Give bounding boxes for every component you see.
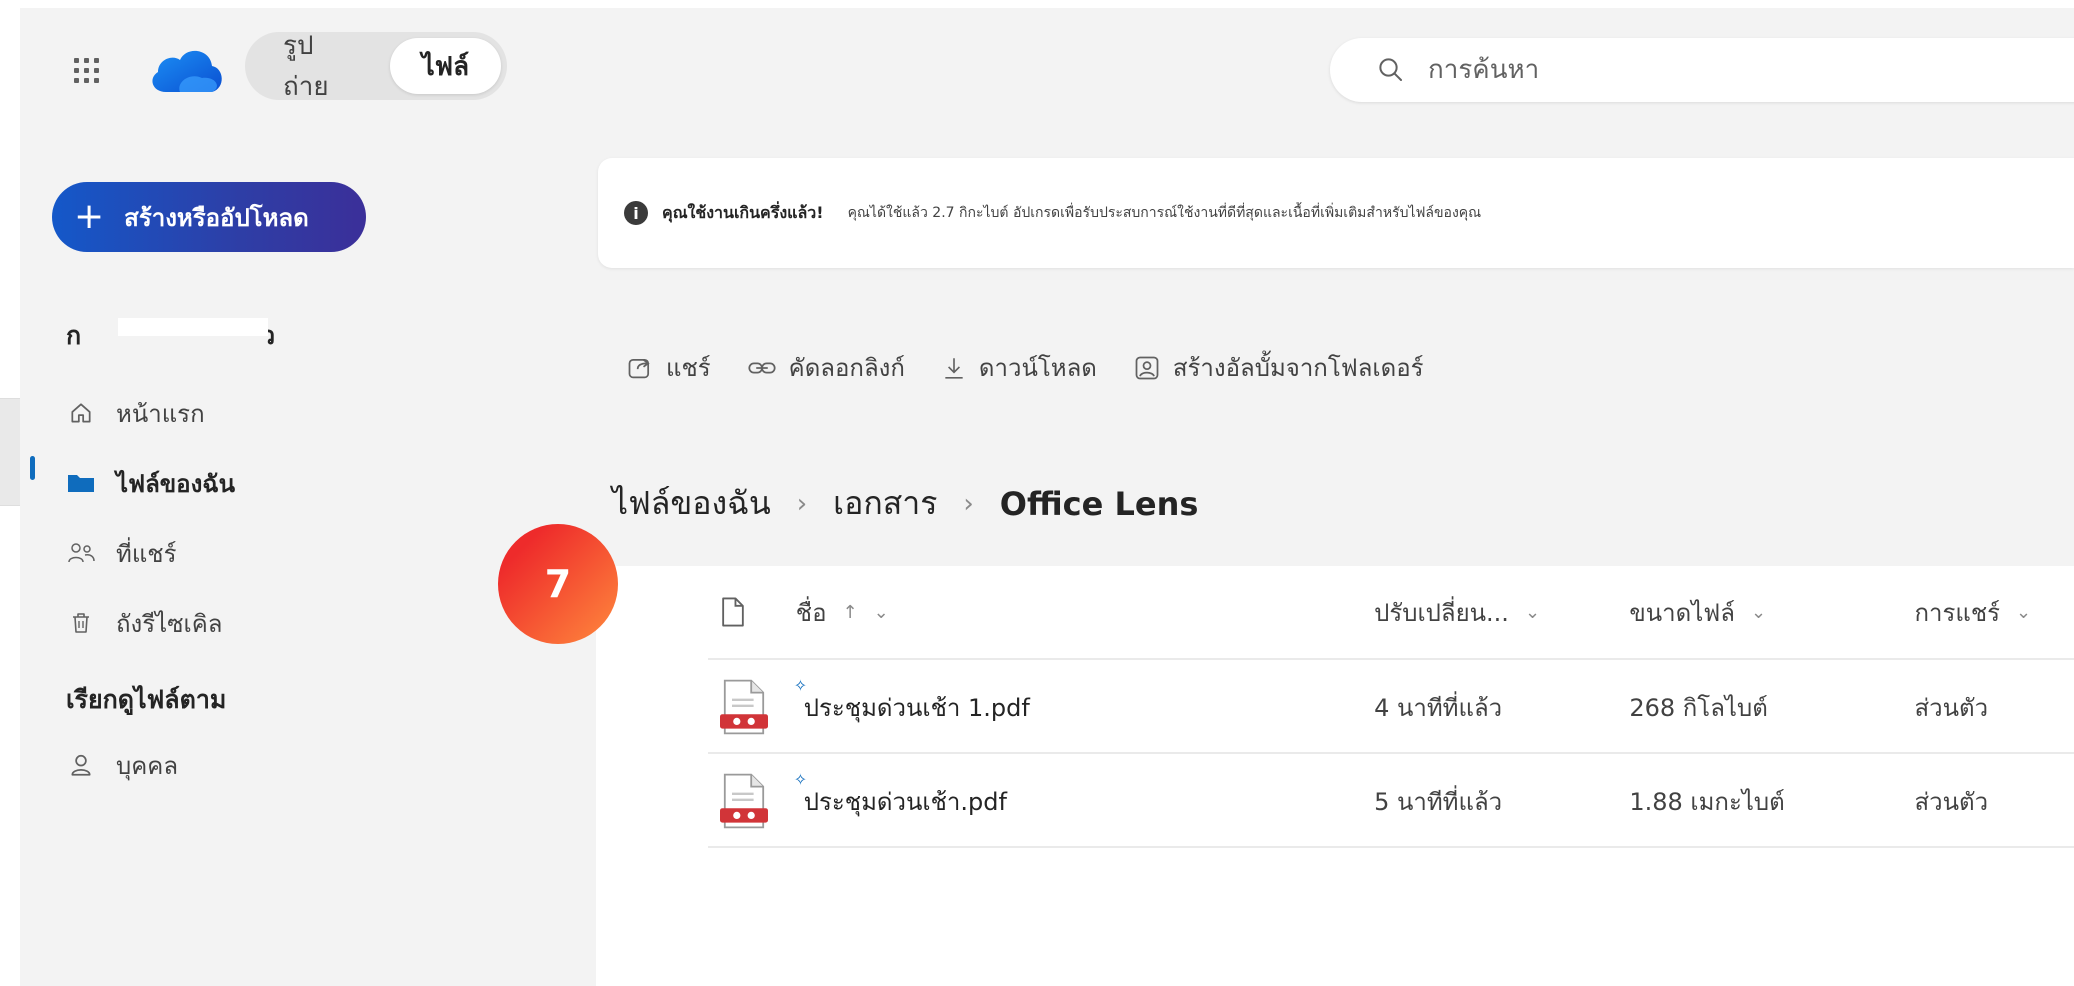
create-album-label: สร้างอัลบั้มจากโฟลเดอร์ [1172, 354, 1424, 382]
file-type-header[interactable] [708, 596, 796, 628]
column-size-label: ขนาดไฟล์ [1629, 598, 1735, 627]
sidebar-item-people[interactable]: บุคคล [66, 730, 178, 800]
sidebar-item-my-files[interactable]: ไฟล์ของฉัน [66, 448, 235, 518]
pdf-file-icon [720, 773, 768, 829]
trash-icon [66, 608, 96, 638]
share-icon [628, 358, 650, 378]
chevron-right-icon: › [796, 488, 808, 519]
link-icon [748, 362, 776, 373]
column-modified-label: ปรับเปลี่ยน... [1374, 598, 1509, 627]
sidebar-item-label: หน้าแรก [116, 399, 205, 428]
album-icon [1135, 356, 1159, 379]
sidebar-item-label: ไฟล์ของฉัน [116, 469, 236, 498]
column-header-sharing[interactable]: การแชร์ ⌄ [1914, 593, 2074, 632]
sharing-cell: ส่วนตัว [1914, 693, 1989, 722]
chevron-down-icon: ⌄ [1750, 601, 1767, 623]
home-icon [66, 398, 96, 428]
onedrive-logo [152, 50, 222, 92]
table-row[interactable]: ✧ ประชุมด่วนเช้า 1.pdf 4 นาทีที่แล้ว 268… [708, 662, 2074, 754]
browse-by-heading: เรียกดูไฟล์ตาม [66, 685, 227, 714]
chevron-down-icon: ⌄ [873, 601, 889, 623]
file-name-link[interactable]: ✧ ประชุมด่วนเช้า 1.pdf [794, 676, 1030, 727]
pivot-photos[interactable]: รูปถ่าย [251, 31, 390, 102]
column-name-label: ชื่อ [795, 598, 827, 627]
table-row[interactable]: ✧ ประชุมด่วนเช้า.pdf 5 นาทีที่แล้ว 1.88 … [708, 756, 2074, 848]
sidebar-item-label: บุคคล [116, 751, 179, 780]
breadcrumb-my-files[interactable]: ไฟล์ของฉัน [612, 478, 771, 529]
file-name-text: ประชุมด่วนเช้า.pdf [803, 787, 1007, 816]
search-icon [1379, 58, 1402, 81]
new-file-sparkle-icon: ✧ [793, 769, 808, 789]
chevron-right-icon: › [963, 488, 974, 519]
list-header: ชื่อ ↑ ⌄ ปรับเปลี่ยน... ⌄ ขนาดไฟล์ ⌄ การ… [708, 566, 2074, 660]
create-upload-label: สร้างหรืออัปโหลด [124, 203, 309, 232]
copy-link-label: คัดลอกลิงก์ [788, 354, 905, 382]
command-bar: แชร์ คัดลอกลิงก์ ดาวน์โหลด สร้างอัลบั้มจ… [626, 348, 1460, 387]
info-icon: i [624, 201, 648, 225]
sidebar-nav-people: บุคคล [66, 730, 178, 800]
sidebar-item-recycle-bin[interactable]: ถังรีไซเคิล [66, 588, 235, 658]
column-sharing-label: การแชร์ [1914, 598, 2001, 627]
search-input[interactable] [1428, 55, 2028, 85]
size-cell: 1.88 เมกะไบต์ [1629, 787, 1785, 816]
sort-ascending-icon: ↑ [842, 601, 858, 623]
column-header-modified[interactable]: ปรับเปลี่ยน... ⌄ [1374, 593, 1629, 632]
sidebar-item-label: ที่แชร์ [116, 539, 177, 568]
breadcrumb-office-lens: Office Lens [999, 484, 1199, 523]
active-indicator [30, 456, 35, 480]
storage-banner: i คุณใช้งานเกินครึ่งแล้ว! คุณได้ใช้แล้ว … [598, 158, 2074, 268]
view-pivot: รูปถ่าย ไฟล์ [245, 31, 507, 102]
search-box[interactable] [1330, 38, 2074, 102]
sidebar-item-label: ถังรีไซเคิล [116, 609, 223, 638]
sidebar-nav: หน้าแรก ไฟล์ของฉัน ที่แชร์ ถังรีไซเคิล [66, 378, 235, 658]
download-button[interactable]: ดาวน์โหลด [941, 348, 1097, 387]
banner-title: คุณใช้งานเกินครึ่งแล้ว! [662, 202, 824, 222]
download-label: ดาวน์โหลด [978, 354, 1097, 382]
copy-link-button[interactable]: คัดลอกลิงก์ [747, 348, 905, 387]
create-upload-button[interactable]: + สร้างหรืออัปโหลด [52, 182, 366, 252]
redacted-area [118, 318, 268, 336]
column-header-name[interactable]: ชื่อ ↑ ⌄ [796, 593, 1374, 632]
people-icon [66, 538, 96, 568]
pdf-file-icon [720, 679, 768, 735]
column-header-size[interactable]: ขนาดไฟล์ ⌄ [1629, 593, 1914, 632]
banner-text: คุณได้ใช้แล้ว 2.7 กิกะไบต์ อัปเกรดเพื่อร… [847, 205, 1482, 221]
step-number-badge: 7 [498, 524, 618, 644]
sidebar-item-shared[interactable]: ที่แชร์ [66, 518, 235, 588]
plus-icon: + [74, 196, 105, 237]
sidebar-item-home[interactable]: หน้าแรก [66, 378, 235, 448]
pivot-files[interactable]: ไฟล์ [389, 38, 501, 94]
edge-strip [0, 398, 20, 506]
share-label: แชร์ [666, 354, 711, 382]
download-icon [945, 357, 963, 379]
share-button[interactable]: แชร์ [626, 348, 711, 387]
file-list: ชื่อ ↑ ⌄ ปรับเปลี่ยน... ⌄ ขนาดไฟล์ ⌄ การ… [596, 566, 2074, 986]
new-file-sparkle-icon: ✧ [793, 675, 808, 695]
create-album-button[interactable]: สร้างอัลบั้มจากโฟลเดอร์ [1133, 348, 1424, 387]
file-name-link[interactable]: ✧ ประชุมด่วนเช้า.pdf [794, 770, 1007, 821]
file-name-text: ประชุมด่วนเช้า 1.pdf [803, 693, 1030, 722]
app-launcher-icon[interactable] [70, 54, 102, 86]
breadcrumb: ไฟล์ของฉัน › เอกสาร › Office Lens [612, 478, 1198, 529]
chevron-down-icon: ⌄ [2016, 601, 2032, 623]
modified-cell: 4 นาทีที่แล้ว [1374, 693, 1503, 722]
document-icon [722, 597, 744, 627]
sharing-cell: ส่วนตัว [1914, 787, 1989, 816]
person-icon [66, 750, 96, 780]
folder-icon [66, 468, 96, 498]
breadcrumb-documents[interactable]: เอกสาร [833, 478, 937, 529]
modified-cell: 5 นาทีที่แล้ว [1374, 787, 1503, 816]
chevron-down-icon: ⌄ [1524, 601, 1541, 623]
size-cell: 268 กิโลไบต์ [1629, 693, 1768, 722]
user-name-start: ก [66, 321, 82, 350]
